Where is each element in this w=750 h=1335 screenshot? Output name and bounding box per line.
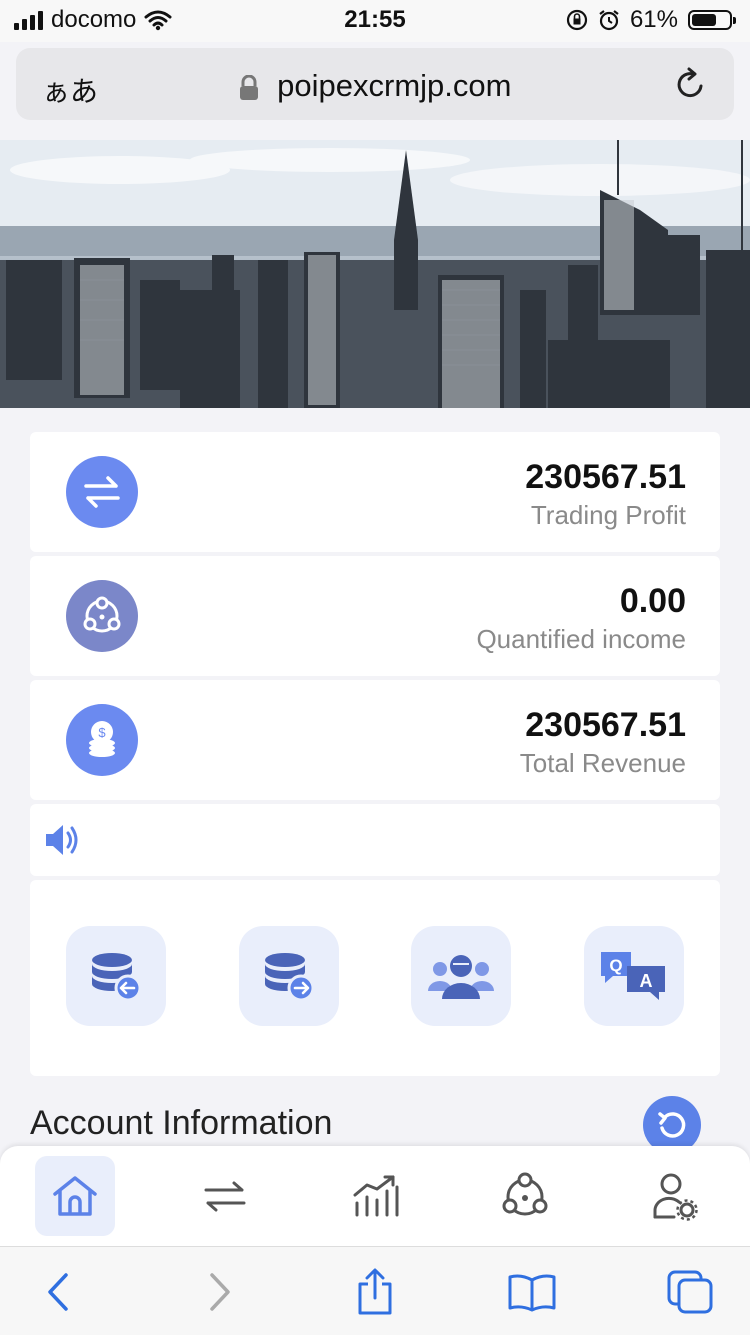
- stat-value: 230567.51: [525, 458, 686, 496]
- chart-icon: [353, 1175, 399, 1217]
- coins-icon: $: [66, 704, 138, 776]
- alarm-icon: [599, 10, 619, 31]
- chevron-left-icon: [48, 1273, 68, 1311]
- deposit-icon: [92, 953, 142, 1002]
- tabs-icon: [667, 1270, 713, 1314]
- tabs-button[interactable]: [662, 1267, 718, 1317]
- book-icon: [508, 1274, 556, 1312]
- share-icon: [358, 1268, 392, 1315]
- speaker-icon: [46, 825, 78, 855]
- exchange-icon: [204, 1181, 246, 1212]
- stat-label: Quantified income: [476, 624, 686, 654]
- share-button[interactable]: [347, 1267, 403, 1317]
- back-button[interactable]: [30, 1267, 86, 1317]
- stat-label: Total Revenue: [519, 748, 686, 778]
- deposit-button[interactable]: [66, 926, 166, 1026]
- withdraw-icon: [265, 953, 315, 1002]
- reload-icon[interactable]: [674, 66, 708, 102]
- app-tab-bar: [0, 1146, 750, 1246]
- exchange-icon: [66, 456, 138, 528]
- team-icon: [428, 955, 494, 999]
- refresh-icon: [658, 1112, 686, 1138]
- forward-button[interactable]: [192, 1267, 248, 1317]
- battery-percent: 61%: [629, 6, 678, 33]
- address-bar[interactable]: ぁあ poipexcrmjp.com: [16, 48, 734, 120]
- tab-home[interactable]: [35, 1156, 115, 1236]
- faq-button[interactable]: Q A: [584, 926, 684, 1026]
- team-button[interactable]: [411, 926, 511, 1026]
- svg-text:$: $: [98, 725, 106, 740]
- status-bar: docomo 21:55 61%: [0, 0, 750, 42]
- tab-network[interactable]: [485, 1156, 565, 1236]
- quick-actions-panel: Q A: [30, 880, 720, 1076]
- bookmarks-button[interactable]: [504, 1267, 560, 1317]
- tab-exchange[interactable]: [185, 1156, 265, 1236]
- svg-text:Q: Q: [609, 956, 622, 975]
- stat-card-total-revenue: $ 230567.51 Total Revenue: [30, 680, 720, 800]
- tab-profile[interactable]: [635, 1156, 715, 1236]
- svg-text:A: A: [640, 971, 653, 991]
- network-icon: [66, 580, 138, 652]
- battery-icon: [688, 10, 736, 30]
- user-settings-icon: [653, 1173, 698, 1221]
- stat-value: 0.00: [619, 582, 686, 620]
- stat-card-quantified-income: 0.00 Quantified income: [30, 556, 720, 676]
- lock-icon: [239, 74, 258, 100]
- stat-label: Trading Profit: [530, 500, 686, 530]
- stat-card-trading-profit: 230567.51 Trading Profit: [30, 432, 720, 552]
- stat-value: 230567.51: [525, 706, 686, 744]
- status-right: 61%: [566, 6, 736, 34]
- city-skyline-banner: [0, 140, 750, 408]
- announcement-bar[interactable]: [30, 804, 720, 876]
- orientation-lock-icon: [566, 9, 588, 31]
- chevron-right-icon: [210, 1273, 230, 1311]
- account-info-title: Account Information: [30, 1104, 333, 1142]
- url-field[interactable]: poipexcrmjp.com: [16, 68, 734, 104]
- skyline-illustration: [0, 140, 750, 408]
- withdraw-button[interactable]: [239, 926, 339, 1026]
- browser-toolbar: [0, 1246, 750, 1335]
- url-text: poipexcrmjp.com: [277, 68, 512, 103]
- network-icon: [502, 1172, 548, 1216]
- faq-icon: Q A: [601, 952, 665, 1000]
- tab-chart[interactable]: [335, 1156, 415, 1236]
- home-icon: [53, 1176, 97, 1216]
